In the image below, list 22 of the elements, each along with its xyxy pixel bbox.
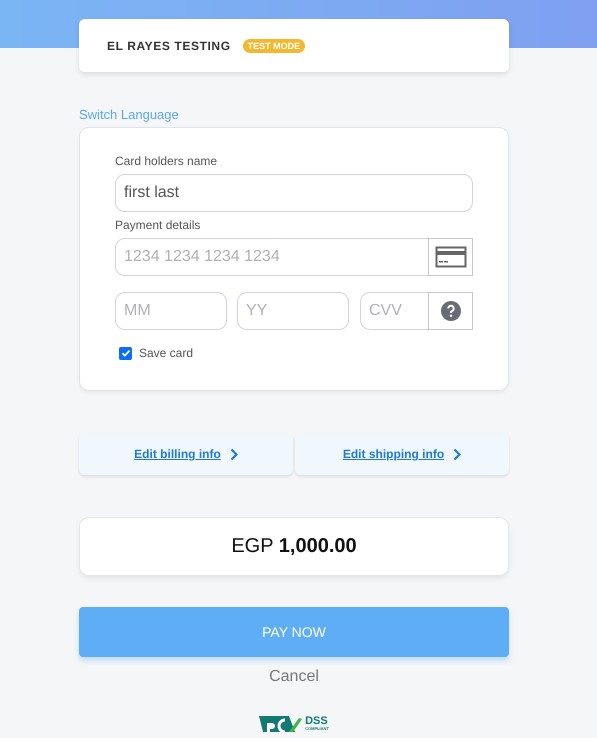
field-label: Card holders name bbox=[115, 154, 218, 168]
cvv-field[interactable]: CVV bbox=[360, 292, 428, 330]
field-label: Payment details bbox=[115, 218, 202, 232]
switch-language-link[interactable]: Switch Language bbox=[79, 107, 179, 122]
checkbox-label: Save card bbox=[139, 346, 194, 360]
year-field[interactable]: YY bbox=[237, 292, 349, 330]
edit-link[interactable]: Edit billing info bbox=[134, 447, 221, 461]
month-field[interactable]: MM bbox=[115, 292, 227, 330]
name-field[interactable]: first last bbox=[115, 174, 473, 212]
cancel-link[interactable]: Cancel bbox=[269, 668, 319, 686]
edit-link[interactable]: Edit shipping info bbox=[342, 447, 444, 461]
save-card-checkbox[interactable] bbox=[119, 346, 132, 360]
pay-now-button[interactable]: PAY NOW bbox=[79, 607, 509, 657]
chevron-icon bbox=[453, 448, 462, 460]
amount-text: EGP 1,000.00 bbox=[231, 535, 357, 558]
test-mode-badge: TEST MODE bbox=[242, 38, 306, 52]
merchant-name: EL RAYES TESTING bbox=[107, 38, 231, 52]
card-icon bbox=[428, 238, 473, 276]
logo-text: DSS bbox=[305, 716, 329, 727]
chevron-icon bbox=[230, 448, 238, 460]
help-icon[interactable] bbox=[428, 292, 473, 330]
card-number-field[interactable]: 1234 1234 1234 1234 bbox=[115, 238, 428, 276]
